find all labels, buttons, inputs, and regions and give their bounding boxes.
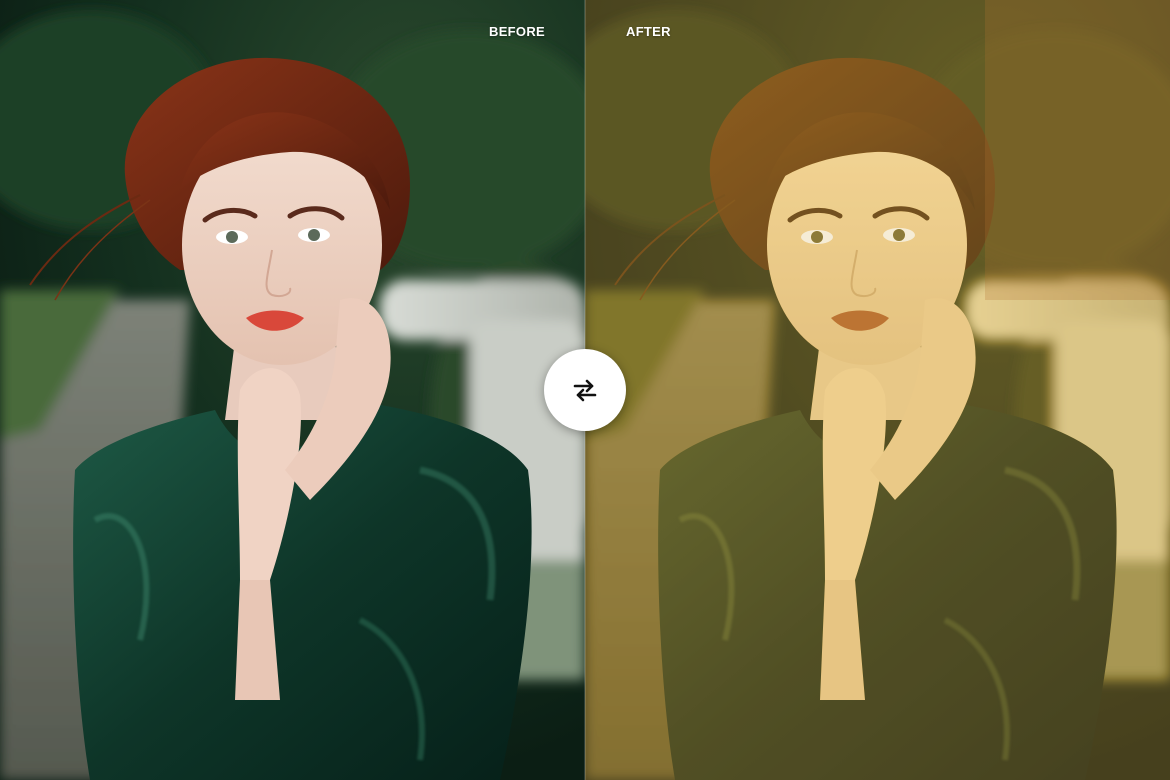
before-panel: BEFORE <box>0 0 585 780</box>
after-panel: AFTER <box>585 0 1170 780</box>
after-photo <box>585 0 1170 780</box>
before-label: BEFORE <box>489 24 545 39</box>
compare-toggle-button[interactable] <box>544 349 626 431</box>
before-photo <box>0 0 585 780</box>
after-label: AFTER <box>626 24 671 39</box>
swap-arrows-icon <box>573 379 597 402</box>
